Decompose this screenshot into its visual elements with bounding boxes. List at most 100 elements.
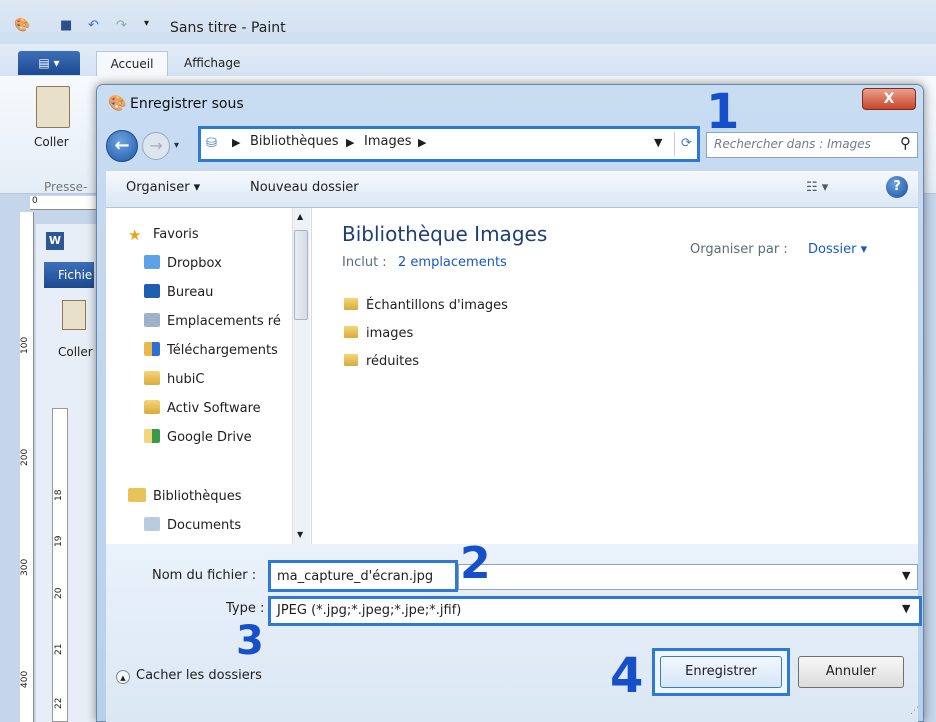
nav-item-label: Téléchargements [167, 343, 278, 358]
paint-app-icon[interactable]: 🎨 [14, 18, 36, 38]
breadcrumb-arrow-icon[interactable]: ▶ [418, 136, 426, 149]
breadcrumb-bibliotheques[interactable]: Bibliothèques [250, 134, 339, 149]
help-icon[interactable]: ? [886, 176, 908, 198]
library-title: Bibliothèque Images [342, 222, 548, 246]
word-paste-label[interactable]: Coller [58, 345, 93, 359]
redo-icon[interactable]: ↷ [116, 18, 138, 38]
folder-icon [344, 354, 358, 366]
paint-window-title: Sans titre - Paint [170, 20, 286, 36]
nav-item-label: hubiC [167, 372, 205, 387]
nav-item-activ-software[interactable]: Activ Software [144, 400, 261, 416]
google-drive-icon [144, 429, 160, 443]
collapse-icon[interactable]: ▲ [116, 670, 130, 684]
address-dropdown-icon[interactable]: ▼ [654, 136, 662, 149]
refresh-icon[interactable]: ⟳ [674, 132, 698, 156]
word-paste-icon[interactable] [62, 300, 86, 330]
view-options-icon[interactable]: ☷ ▾ [806, 180, 828, 195]
folder-icon [144, 400, 160, 414]
ruler-number: 300 [20, 558, 30, 576]
scroll-up-icon[interactable]: ▲ [297, 212, 303, 221]
resize-grip-icon[interactable]: ⋰ [910, 706, 919, 716]
ruler-number: 21 [54, 643, 64, 655]
filename-dropdown-icon[interactable]: ▼ [902, 569, 910, 582]
scroll-down-icon[interactable]: ▼ [297, 530, 303, 539]
breadcrumb-images[interactable]: Images [364, 134, 412, 149]
nav-item-label: Emplacements ré [167, 314, 281, 329]
new-folder-button[interactable]: Nouveau dossier [250, 180, 359, 195]
folder-icon [344, 326, 358, 338]
folder-name: réduites [366, 354, 420, 369]
recent-pages-dropdown-icon[interactable]: ▾ [174, 140, 179, 151]
nav-item-emplacements[interactable]: Emplacements ré [144, 313, 281, 329]
nav-item-label: Bibliothèques [153, 489, 242, 504]
nav-item-hubic[interactable]: hubiC [144, 371, 204, 387]
folder-item[interactable]: Échantillons d'images [344, 298, 508, 313]
annotation-2: 2 [460, 538, 491, 589]
libraries-icon: ⛁ [206, 136, 217, 151]
paint-menu-button[interactable]: ▤ ▾ [18, 51, 80, 75]
word-app-icon[interactable]: W [46, 232, 64, 250]
ruler-number: 19 [54, 535, 64, 547]
undo-icon[interactable]: ↶ [88, 18, 110, 38]
nav-item-label: Activ Software [167, 401, 261, 416]
nav-item-dropbox[interactable]: Dropbox [144, 255, 222, 271]
ruler-left: 100 200 300 400 [20, 212, 34, 722]
search-icon[interactable]: ⚲ [900, 134, 911, 152]
libraries-icon [128, 488, 146, 502]
desktop-icon [144, 284, 160, 298]
cancel-button[interactable]: Annuler [798, 656, 904, 688]
annotation-3: 3 [236, 618, 264, 664]
word-vertical-ruler: 18 19 20 21 22 [52, 408, 68, 722]
breadcrumb-arrow-icon[interactable]: ▶ [232, 136, 240, 149]
documents-icon [144, 517, 160, 531]
folder-name: Échantillons d'images [366, 298, 508, 313]
paint-title-bar [0, 0, 936, 44]
back-button[interactable]: ← [106, 130, 138, 162]
dialog-toolbar [106, 170, 918, 208]
filename-combo[interactable] [458, 564, 918, 590]
paste-button-label[interactable]: Coller [34, 135, 69, 149]
filename-input[interactable]: ma_capture_d'écran.jpg [268, 560, 458, 592]
organize-button[interactable]: Organiser ▾ [126, 180, 200, 195]
nav-item-label: Documents [167, 518, 242, 533]
folder-icon [144, 371, 160, 385]
filetype-dropdown-icon[interactable]: ▼ [902, 602, 910, 615]
nav-item-favoris[interactable]: ★ Favoris [128, 226, 199, 244]
nav-scrollbar-thumb[interactable] [294, 230, 308, 320]
nav-item-bibliotheques[interactable]: Bibliothèques [128, 488, 242, 504]
ruler-number: 20 [54, 587, 64, 599]
annotation-1: 1 [706, 84, 740, 140]
recent-places-icon [144, 313, 160, 327]
close-button[interactable]: X [862, 88, 916, 110]
library-includes-label: Inclut : [342, 255, 387, 270]
star-icon: ★ [128, 226, 142, 244]
nav-item-google-drive[interactable]: Google Drive [144, 429, 252, 445]
paste-icon[interactable] [36, 86, 70, 128]
nav-item-label: Google Drive [167, 430, 252, 445]
folder-icon [344, 298, 358, 310]
save-button[interactable]: Enregistrer [660, 656, 782, 688]
word-file-tab[interactable]: Fichie [44, 262, 94, 288]
tab-accueil[interactable]: Accueil [96, 51, 168, 77]
qat-dropdown-icon[interactable]: ▾ [144, 18, 166, 38]
nav-item-documents[interactable]: Documents [144, 517, 241, 533]
forward-button[interactable]: → [142, 132, 170, 160]
filetype-select[interactable]: JPEG (*.jpg;*.jpeg;*.jpe;*.jfif) [268, 596, 922, 626]
save-icon[interactable]: ■ [60, 18, 82, 38]
annotation-4: 4 [610, 648, 644, 704]
ruler-number: 100 [20, 336, 30, 354]
folder-item[interactable]: images [344, 326, 413, 341]
dialog-title: Enregistrer sous [130, 96, 244, 112]
nav-item-telechargements[interactable]: Téléchargements [144, 342, 278, 358]
arrange-by-dropdown[interactable]: Dossier ▾ [808, 242, 867, 257]
hide-folders-button[interactable]: Cacher les dossiers [136, 668, 262, 683]
nav-item-bureau[interactable]: Bureau [144, 284, 213, 300]
library-locations-link[interactable]: 2 emplacements [398, 255, 507, 270]
folder-name: images [366, 326, 414, 341]
breadcrumb-arrow-icon[interactable]: ▶ [346, 136, 354, 149]
tab-affichage[interactable]: Affichage [184, 51, 240, 75]
folder-item[interactable]: réduites [344, 354, 419, 369]
dropbox-icon [144, 255, 160, 269]
nav-item-label: Bureau [167, 285, 214, 300]
ruler-number: 18 [54, 489, 64, 501]
